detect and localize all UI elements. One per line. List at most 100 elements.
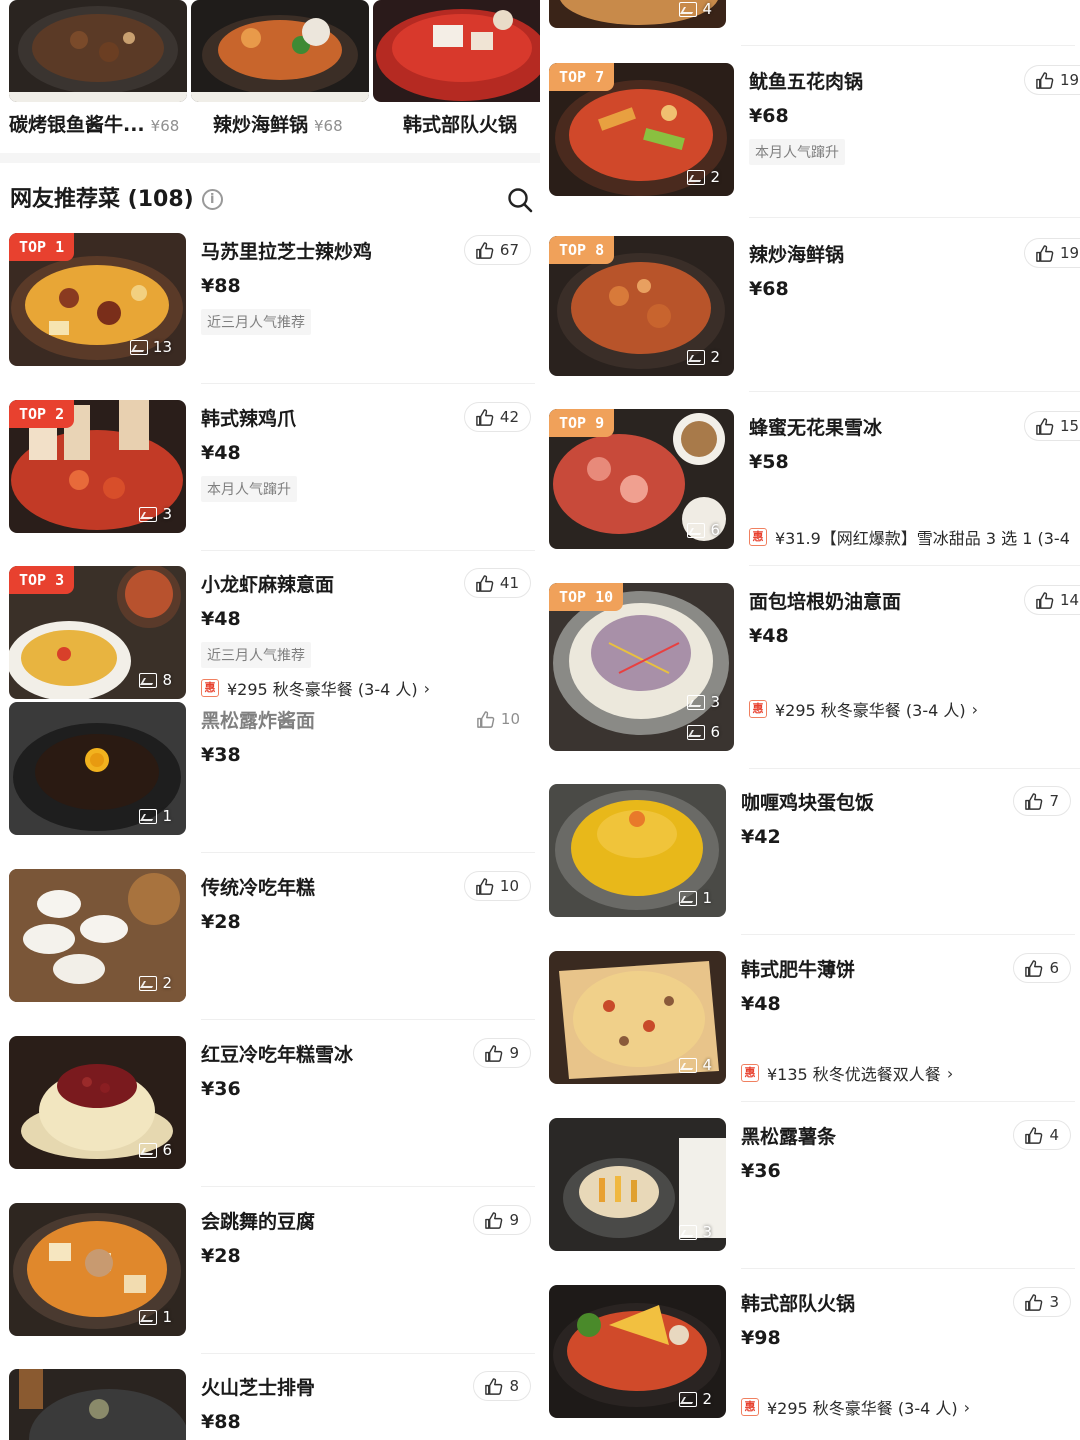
like-button[interactable]: 9 bbox=[473, 1038, 531, 1068]
promo-link[interactable]: 惠 ¥31.9【网红爆款】雪冰甜品 3 选 1 (3-4 bbox=[749, 525, 1070, 549]
promo-text: ¥295 秋冬豪华餐 (3-4 人) bbox=[775, 701, 966, 720]
dish-photo[interactable]: TOP 9 6 bbox=[549, 409, 734, 549]
dish-photo[interactable]: TOP 3 8 bbox=[9, 566, 186, 699]
like-button[interactable]: 4 bbox=[1013, 1120, 1071, 1150]
dish-photo[interactable]: 1 bbox=[549, 784, 726, 917]
strip-card[interactable]: 辣炒海鲜锅 ¥68 bbox=[191, 0, 369, 137]
image-count: 3 bbox=[679, 1223, 712, 1241]
gallery-icon bbox=[679, 1224, 698, 1240]
chevron-right-icon: › bbox=[423, 678, 431, 698]
thumbs-up-icon bbox=[476, 877, 494, 895]
gallery-icon bbox=[679, 1057, 698, 1073]
dish-photo[interactable]: TOP 8 2 bbox=[549, 236, 734, 376]
like-button[interactable]: 19 bbox=[1024, 238, 1080, 268]
like-button[interactable]: 15 bbox=[1024, 411, 1080, 441]
dish-name: 小龙虾麻辣意面 bbox=[201, 574, 335, 596]
like-button[interactable]: 14 bbox=[1024, 585, 1080, 615]
thumbs-up-icon bbox=[1036, 71, 1054, 89]
strip-price: ¥68 bbox=[314, 117, 343, 135]
like-button[interactable]: 6 bbox=[1013, 953, 1071, 983]
promo-link[interactable]: 惠 ¥295 秋冬豪华餐 (3-4 人) › bbox=[741, 1395, 970, 1419]
image-count: 4 bbox=[679, 1056, 712, 1074]
image-count: 2 bbox=[687, 168, 720, 186]
dish-name: 黑松露薯条 bbox=[741, 1126, 837, 1148]
row-divider bbox=[201, 383, 535, 384]
dish-name: 传统冷吃年糕 bbox=[201, 877, 316, 899]
gallery-icon bbox=[139, 975, 158, 991]
dish-tag: 本月人气蹿升 bbox=[749, 139, 845, 165]
like-button[interactable]: 9 bbox=[473, 1205, 531, 1235]
dish-photo[interactable]: 1 bbox=[9, 1203, 186, 1336]
dish-name: 蜂蜜无花果雪冰 bbox=[749, 417, 883, 439]
strip-name: 碳烤银鱼酱牛... bbox=[9, 114, 145, 136]
rank-badge: TOP 3 bbox=[9, 566, 75, 594]
row-divider bbox=[201, 1186, 535, 1187]
gallery-icon bbox=[687, 349, 706, 365]
discount-icon: 惠 bbox=[201, 679, 219, 697]
top-dish-strip: 碳烤银鱼酱牛... ¥68 辣炒海鲜锅 ¥68 韩式部队火锅 bbox=[0, 0, 540, 150]
strip-card[interactable]: 韩式部队火锅 bbox=[373, 0, 540, 137]
gallery-icon bbox=[139, 1142, 158, 1158]
dish-photo[interactable]: 1 bbox=[9, 702, 186, 835]
like-button[interactable]: 3 bbox=[1013, 1287, 1071, 1317]
image-count: 2 bbox=[679, 1390, 712, 1408]
dish-photo[interactable]: 2 bbox=[549, 1285, 726, 1418]
thumbs-up-icon bbox=[485, 1377, 503, 1395]
rank-badge: TOP 7 bbox=[549, 63, 615, 91]
like-count: 4 bbox=[1049, 1126, 1059, 1144]
chevron-right-icon: › bbox=[963, 1397, 971, 1417]
dish-photo[interactable]: TOP 7 2 bbox=[549, 63, 734, 196]
dish-photo[interactable]: 2 bbox=[9, 869, 186, 1002]
section-title: 网友推荐菜 (108) bbox=[10, 187, 194, 212]
info-icon[interactable]: i bbox=[201, 189, 223, 210]
like-button[interactable]: 42 bbox=[463, 402, 531, 432]
promo-link[interactable]: 惠 ¥295 秋冬豪华餐 (3-4 人) › bbox=[201, 676, 430, 700]
row-divider bbox=[741, 1268, 1075, 1269]
dish-photo[interactable]: TOP 10 3 6 bbox=[549, 583, 734, 751]
right-column: 4 TOP 7 2 鱿鱼五花肉锅 19 ¥68 本月人气蹿升 TOP 8 2 辣… bbox=[540, 0, 1080, 1440]
image-count: 1 bbox=[679, 889, 712, 907]
dish-photo[interactable]: 3 bbox=[549, 1118, 726, 1251]
thumbs-up-icon bbox=[477, 710, 495, 728]
row-divider bbox=[201, 1019, 535, 1020]
dish-price: ¥48 bbox=[201, 608, 241, 630]
dish-name: 红豆冷吃年糕雪冰 bbox=[201, 1044, 354, 1066]
like-button[interactable]: 10 bbox=[465, 704, 531, 734]
section-header: 网友推荐菜 (108) i bbox=[10, 184, 535, 216]
dish-price: ¥48 bbox=[741, 993, 781, 1015]
thumbs-up-icon bbox=[476, 241, 494, 259]
dish-name: 辣炒海鲜锅 bbox=[749, 244, 845, 266]
like-count: 10 bbox=[499, 877, 519, 895]
promo-link[interactable]: 惠 ¥295 秋冬豪华餐 (3-4 人) › bbox=[749, 697, 978, 721]
dish-photo[interactable]: 6 bbox=[9, 1036, 186, 1169]
strip-card[interactable]: 碳烤银鱼酱牛... ¥68 bbox=[9, 0, 187, 137]
like-button[interactable]: 19 bbox=[1024, 65, 1080, 95]
dish-name: 韩式辣鸡爪 bbox=[201, 408, 297, 430]
thumbs-up-icon bbox=[1036, 417, 1054, 435]
like-button[interactable]: 7 bbox=[1013, 786, 1071, 816]
dish-price: ¥88 bbox=[201, 1411, 241, 1433]
dish-photo[interactable]: 4 bbox=[549, 0, 726, 28]
image-count: 1 bbox=[139, 1308, 172, 1326]
like-button[interactable]: 41 bbox=[463, 568, 531, 598]
dish-price: ¥68 bbox=[749, 105, 789, 127]
gallery-icon bbox=[687, 694, 706, 710]
thumbs-up-icon bbox=[1036, 591, 1054, 609]
like-button[interactable]: 8 bbox=[473, 1371, 531, 1401]
promo-link[interactable]: 惠 ¥135 秋冬优选餐双人餐 › bbox=[741, 1061, 953, 1085]
dish-price: ¥68 bbox=[749, 278, 789, 300]
dish-photo[interactable]: 4 bbox=[549, 951, 726, 1084]
promo-text: ¥31.9【网红爆款】雪冰甜品 3 选 1 (3-4 bbox=[775, 529, 1070, 548]
dish-name: 火山芝士排骨 bbox=[201, 1377, 316, 1399]
search-icon[interactable] bbox=[507, 187, 533, 213]
thumbs-up-icon bbox=[1036, 244, 1054, 262]
dish-photo[interactable]: TOP 2 3 bbox=[9, 400, 186, 533]
like-button[interactable]: 67 bbox=[463, 235, 531, 265]
like-button[interactable]: 10 bbox=[463, 871, 531, 901]
row-divider bbox=[741, 45, 1075, 46]
dish-price: ¥98 bbox=[741, 1327, 781, 1349]
dish-photo[interactable] bbox=[9, 1369, 186, 1440]
section-divider bbox=[0, 153, 540, 163]
gallery-icon bbox=[139, 672, 158, 688]
dish-photo[interactable]: TOP 1 13 bbox=[9, 233, 186, 366]
